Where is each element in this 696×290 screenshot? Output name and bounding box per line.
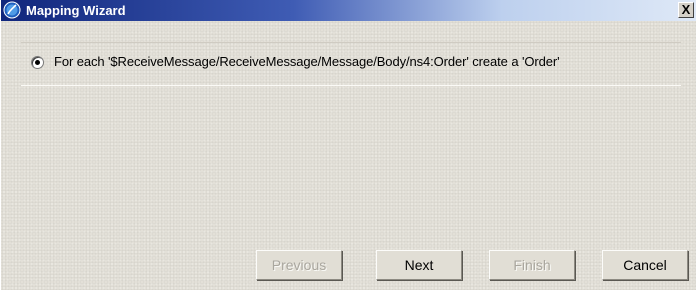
- finish-button[interactable]: Finish: [489, 250, 575, 280]
- mapping-options-panel: For each '$ReceiveMessage/ReceiveMessage…: [21, 42, 681, 86]
- close-button[interactable]: X: [678, 2, 694, 18]
- previous-button[interactable]: Previous: [256, 250, 342, 280]
- radio-selected-dot: [35, 60, 40, 65]
- mapping-option-radio[interactable]: [31, 56, 44, 69]
- cancel-button[interactable]: Cancel: [602, 250, 688, 280]
- next-button[interactable]: Next: [376, 250, 462, 280]
- window-title: Mapping Wizard: [26, 3, 126, 18]
- close-icon: X: [681, 2, 691, 17]
- mapping-option-label[interactable]: For each '$ReceiveMessage/ReceiveMessage…: [54, 54, 560, 70]
- wizard-app-icon: [3, 1, 21, 19]
- mapping-wizard-window: Mapping Wizard X For each '$ReceiveMessa…: [0, 0, 696, 290]
- title-bar[interactable]: Mapping Wizard X: [1, 0, 696, 21]
